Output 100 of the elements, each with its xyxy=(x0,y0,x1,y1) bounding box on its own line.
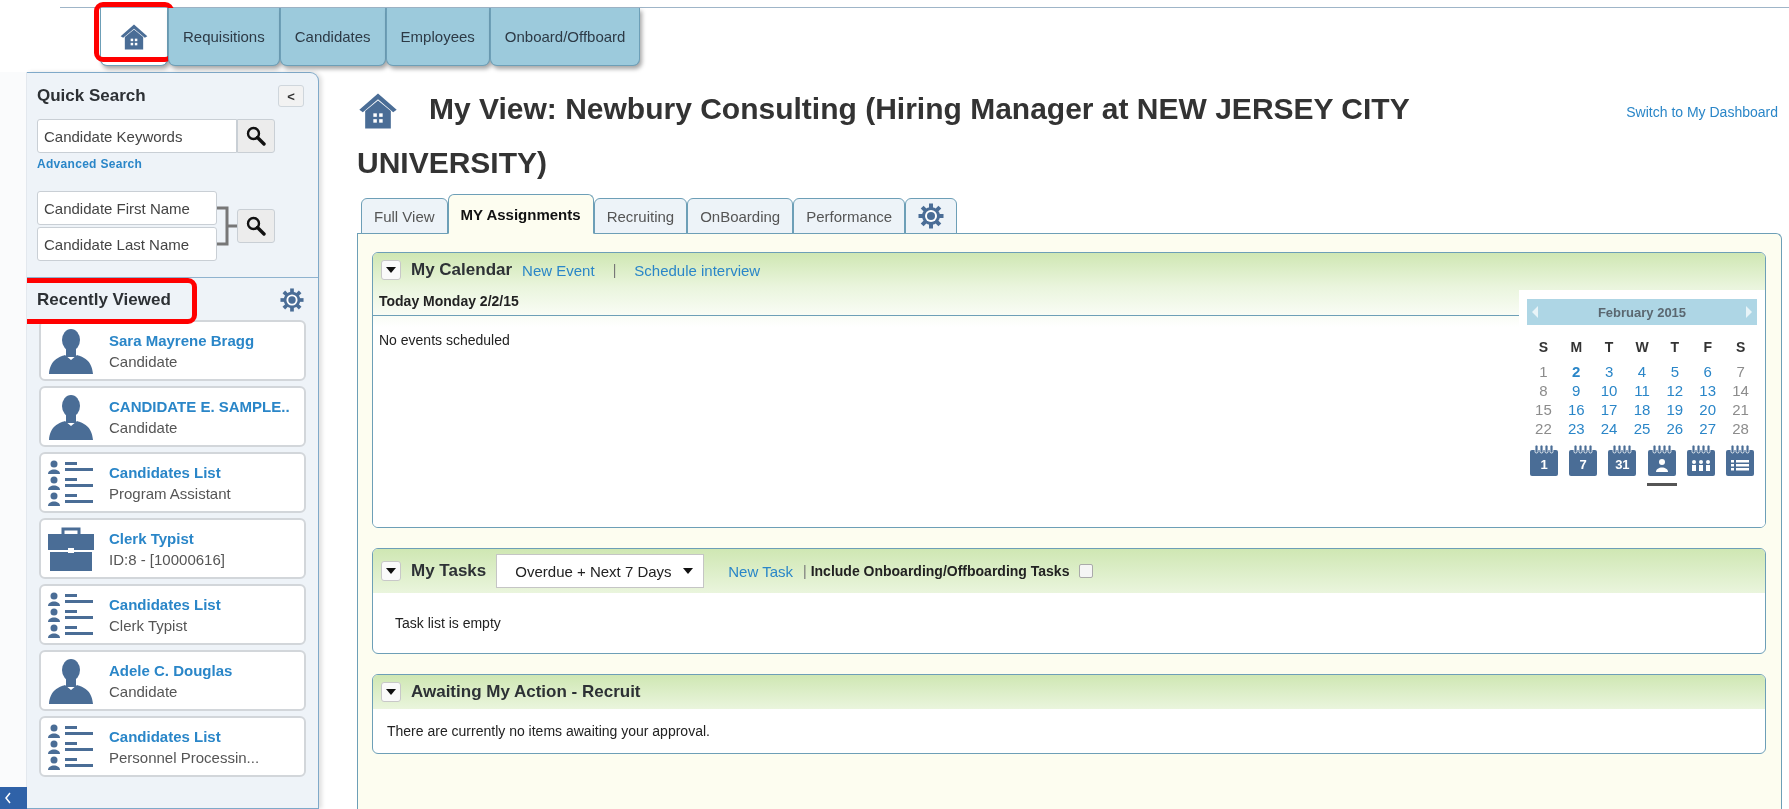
calendar-day[interactable]: 11 xyxy=(1625,382,1659,399)
view-tab[interactable]: Recruiting xyxy=(593,198,688,234)
calendar-view-button[interactable]: 1 xyxy=(1529,445,1559,486)
new-task-link[interactable]: New Task xyxy=(728,562,794,580)
view-tab[interactable]: Full View xyxy=(361,198,448,234)
calendar-view-button[interactable]: 31 xyxy=(1607,445,1638,486)
nav-tab[interactable]: Candidates xyxy=(279,8,386,66)
recent-item-card[interactable]: Candidates List Program Assistant xyxy=(39,452,306,513)
candidate-list-icon xyxy=(47,591,95,638)
recent-item-detail: Program Assistant xyxy=(109,484,231,502)
calendar-day[interactable]: 6 xyxy=(1691,363,1725,380)
search-icon xyxy=(246,126,266,146)
recent-item-name[interactable]: Candidates List xyxy=(109,727,260,745)
quick-search-title: Quick Search xyxy=(37,86,147,106)
calendar-day[interactable]: 12 xyxy=(1658,382,1692,399)
calendar-day[interactable]: 5 xyxy=(1658,363,1692,380)
view-tab[interactable]: Performance xyxy=(793,198,906,234)
recent-item-name[interactable]: Sara Mayrene Bragg xyxy=(109,331,255,349)
recent-item-name[interactable]: Adele C. Douglas xyxy=(109,661,233,679)
calendar-day[interactable]: 8 xyxy=(1527,382,1560,399)
calendar-icon xyxy=(1529,445,1559,477)
recent-item-name[interactable]: CANDIDATE E. SAMPLE.. xyxy=(109,397,290,415)
caret-icon xyxy=(386,566,396,576)
bracket-connector xyxy=(217,206,237,246)
person-icon xyxy=(47,393,95,440)
calendar-view-button[interactable] xyxy=(1646,445,1677,486)
separator: | xyxy=(803,563,807,579)
weekday-label: W xyxy=(1634,339,1650,355)
recent-item-detail: Candidate xyxy=(109,418,179,436)
new-event-link[interactable]: New Event xyxy=(522,261,595,279)
calendar-day[interactable]: 28 xyxy=(1724,420,1757,437)
weekday-label: M xyxy=(1569,339,1584,355)
calendar-day[interactable]: 13 xyxy=(1691,382,1725,399)
settings-icon xyxy=(280,288,304,312)
calendar-day[interactable]: 22 xyxy=(1527,420,1560,437)
first-name-field[interactable]: Candidate First Name xyxy=(37,191,217,225)
recent-item-name[interactable]: Clerk Typist xyxy=(109,529,225,547)
recent-item-name[interactable]: Candidates List xyxy=(109,595,221,613)
calendar-day[interactable]: 17 xyxy=(1592,401,1626,418)
recent-item-card[interactable]: Candidates List Clerk Typist xyxy=(39,584,306,645)
keyword-field[interactable]: Candidate Keywords xyxy=(37,119,237,153)
task-filter-select[interactable]: Overdue + Next 7 Days xyxy=(496,554,705,588)
section-title: Awaiting My Action - Recruit xyxy=(411,682,641,702)
recent-item-card[interactable]: Clerk Typist ID:8 - [10000616] xyxy=(39,518,306,579)
search-button[interactable] xyxy=(237,209,275,243)
calendar-day[interactable]: 16 xyxy=(1559,401,1593,418)
calendar-view-button[interactable]: 7 xyxy=(1568,445,1599,486)
view-tab[interactable]: OnBoarding xyxy=(687,198,794,234)
page-title: My View: Newbury Consulting (Hiring Manager at NEW JERSEY CITY xyxy=(429,91,1411,127)
calendar-day[interactable]: 15 xyxy=(1527,401,1560,418)
recent-item-card[interactable]: CANDIDATE E. SAMPLE.. Candidate xyxy=(39,386,306,447)
calendar-day[interactable]: 18 xyxy=(1625,401,1659,418)
switch-dashboard-link[interactable]: Switch to My Dashboard xyxy=(1626,90,1782,120)
calendar-day[interactable]: 26 xyxy=(1658,420,1692,437)
recent-item-name[interactable]: Candidates List xyxy=(109,463,231,481)
calendar-day[interactable]: 9 xyxy=(1559,382,1593,399)
collapse-toggle[interactable] xyxy=(381,561,401,581)
advanced-search-link[interactable]: Advanced Search xyxy=(37,157,143,171)
briefcase-icon xyxy=(47,525,95,572)
search-button[interactable] xyxy=(237,119,275,153)
calendar-day[interactable]: 1 xyxy=(1527,363,1560,380)
calendar-day[interactable]: 4 xyxy=(1625,363,1659,380)
calendar-day[interactable]: 24 xyxy=(1592,420,1626,437)
collapse-button[interactable]: < xyxy=(278,85,304,107)
empty-message: No events scheduled xyxy=(378,331,511,350)
calendar-person-icon xyxy=(1646,445,1677,477)
nav-tab[interactable]: Requisitions xyxy=(168,8,280,66)
calendar-day[interactable]: 21 xyxy=(1724,401,1757,418)
calendar-day[interactable]: 23 xyxy=(1559,420,1593,437)
calendar-day[interactable]: 10 xyxy=(1592,382,1626,399)
caret-icon xyxy=(386,687,396,697)
collapse-toggle[interactable] xyxy=(381,682,401,702)
empty-message: Task list is empty xyxy=(395,615,501,631)
weekday-label: S xyxy=(1537,339,1550,355)
include-tasks-checkbox[interactable] xyxy=(1079,564,1094,578)
schedule-interview-link[interactable]: Schedule interview xyxy=(634,261,761,279)
view-tab[interactable]: MY Assignments xyxy=(447,194,594,234)
recent-item-card[interactable]: Adele C. Douglas Candidate xyxy=(39,650,306,711)
expand-icon[interactable] xyxy=(0,787,27,809)
today-label: Today Monday 2/2/15 xyxy=(373,287,1519,316)
nav-tab[interactable]: Employees xyxy=(385,8,490,66)
recent-item-card[interactable]: Candidates List Personnel Processin... xyxy=(39,716,306,777)
home-tab[interactable] xyxy=(100,8,168,66)
collapse-toggle[interactable] xyxy=(381,260,401,280)
include-tasks-label: Include Onboarding/Offboarding Tasks xyxy=(810,563,1070,579)
calendar-day[interactable]: 25 xyxy=(1625,420,1659,437)
settings-tab[interactable] xyxy=(905,198,958,234)
last-name-field[interactable]: Candidate Last Name xyxy=(37,227,217,261)
calendar-day[interactable]: 7 xyxy=(1724,363,1757,380)
calendar-day[interactable]: 2 xyxy=(1559,363,1593,380)
calendar-day[interactable]: 27 xyxy=(1691,420,1725,437)
nav-tab[interactable]: Onboard/Offboard xyxy=(489,8,641,66)
page-title: UNIVERSITY) xyxy=(357,145,549,181)
calendar-day[interactable]: 19 xyxy=(1658,401,1692,418)
recent-item-detail: Clerk Typist xyxy=(109,616,189,634)
calendar-day[interactable]: 20 xyxy=(1691,401,1725,418)
person-icon xyxy=(47,327,95,374)
calendar-day[interactable]: 3 xyxy=(1592,363,1626,380)
calendar-day[interactable]: 14 xyxy=(1724,382,1757,399)
recent-item-card[interactable]: Sara Mayrene Bragg Candidate xyxy=(39,320,306,381)
